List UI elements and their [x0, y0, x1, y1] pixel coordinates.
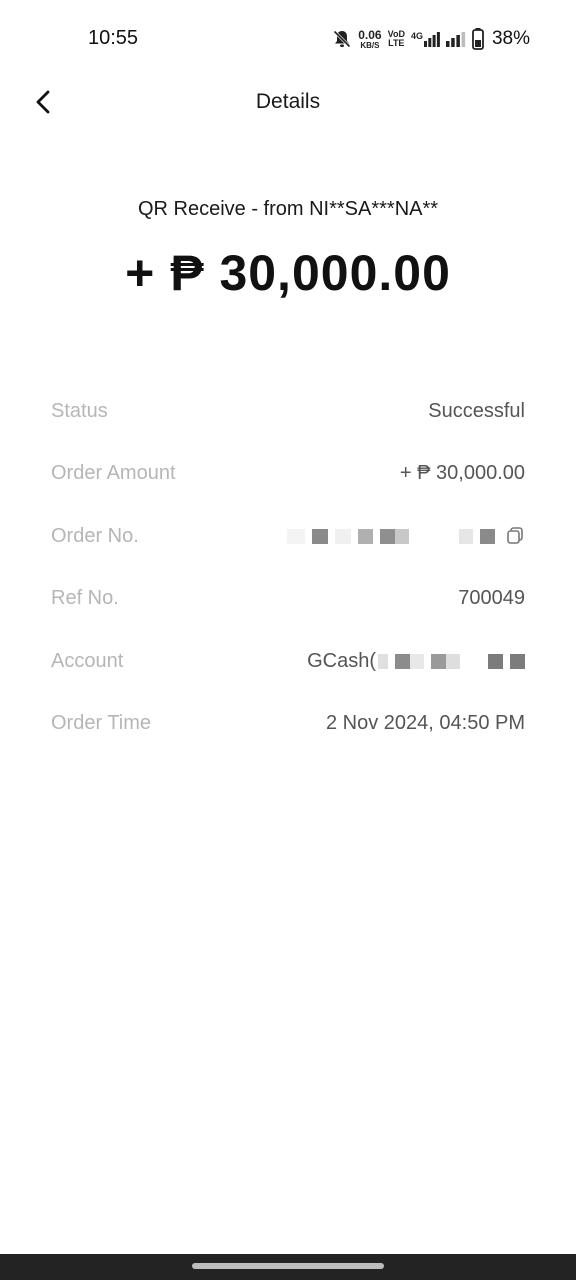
order-amount-value: + ₱ 30,000.00	[399, 462, 525, 485]
account-provider: GCash(	[307, 649, 376, 672]
status-bar: 10:55 0.06 KB/S VoD LTE 4G 38%	[0, 0, 576, 78]
home-gesture-handle[interactable]	[192, 1263, 384, 1269]
battery-icon	[472, 28, 484, 50]
transaction-amount: + ₱ 30,000.00	[125, 245, 451, 301]
battery-percent: 38%	[491, 28, 530, 49]
redacted-block	[459, 528, 473, 544]
ref-no-label: Ref No.	[51, 587, 119, 610]
redacted-block	[395, 653, 410, 669]
volte-indicator: VoD LTE	[388, 30, 405, 48]
redacted-block	[480, 528, 495, 544]
redacted-block	[446, 653, 460, 669]
order-no-value-redacted	[280, 526, 525, 546]
network-type: 4G	[410, 31, 423, 41]
signal-icon	[423, 32, 440, 47]
system-nav-bar	[0, 1254, 576, 1280]
redacted-block	[358, 528, 373, 544]
redacted-block	[431, 653, 446, 669]
detail-row-account: Account GCash(	[51, 630, 525, 693]
copy-icon[interactable]	[505, 526, 525, 546]
account-value: GCash(	[307, 650, 525, 673]
redacted-block	[416, 528, 452, 544]
detail-row-ref-no: Ref No. 700049	[51, 568, 525, 631]
ref-no-value: 700049	[458, 587, 525, 610]
detail-list: Status Successful Order Amount + ₱ 30,00…	[51, 380, 525, 755]
redacted-block	[378, 653, 388, 669]
redacted-block	[287, 528, 305, 544]
order-time-value: 2 Nov 2024, 04:50 PM	[325, 712, 525, 735]
order-amount-label: Order Amount	[51, 462, 176, 485]
account-label: Account	[51, 649, 124, 672]
order-no-label: Order No.	[51, 524, 139, 547]
transaction-description: QR Receive - from NI**SA***NA**	[137, 198, 439, 220]
redacted-block	[488, 653, 503, 669]
network-speed: 0.06 KB/S	[358, 29, 381, 50]
redacted-block	[510, 653, 525, 669]
network-speed-value: 0.06	[358, 27, 382, 42]
redacted-block	[395, 528, 409, 544]
app-header: Details	[0, 78, 576, 128]
signal-4g: 4G	[411, 31, 440, 47]
status-label: Status	[51, 399, 108, 422]
redacted-block	[312, 528, 328, 544]
transaction-details-screen: 10:55 0.06 KB/S VoD LTE 4G 38% Details Q…	[0, 0, 576, 1280]
redacted-block	[410, 653, 424, 669]
signal-icon-2	[445, 32, 466, 47]
status-value: Successful	[428, 399, 525, 422]
network-speed-unit: KB/S	[360, 40, 380, 50]
redacted-block	[380, 528, 395, 544]
volte-bottom: LTE	[388, 38, 405, 48]
bell-off-icon	[333, 30, 351, 48]
detail-row-order-no: Order No.	[51, 505, 525, 568]
page-title: Details	[255, 90, 321, 113]
detail-row-order-amount: Order Amount + ₱ 30,000.00	[51, 443, 525, 506]
detail-row-order-time: Order Time 2 Nov 2024, 04:50 PM	[51, 693, 525, 756]
redacted-block	[335, 528, 351, 544]
redacted-block	[467, 653, 481, 669]
detail-row-status: Status Successful	[51, 380, 525, 443]
status-time: 10:55	[88, 27, 139, 49]
order-time-label: Order Time	[51, 712, 152, 735]
status-icons: 0.06 KB/S VoD LTE 4G 38%	[332, 26, 530, 52]
